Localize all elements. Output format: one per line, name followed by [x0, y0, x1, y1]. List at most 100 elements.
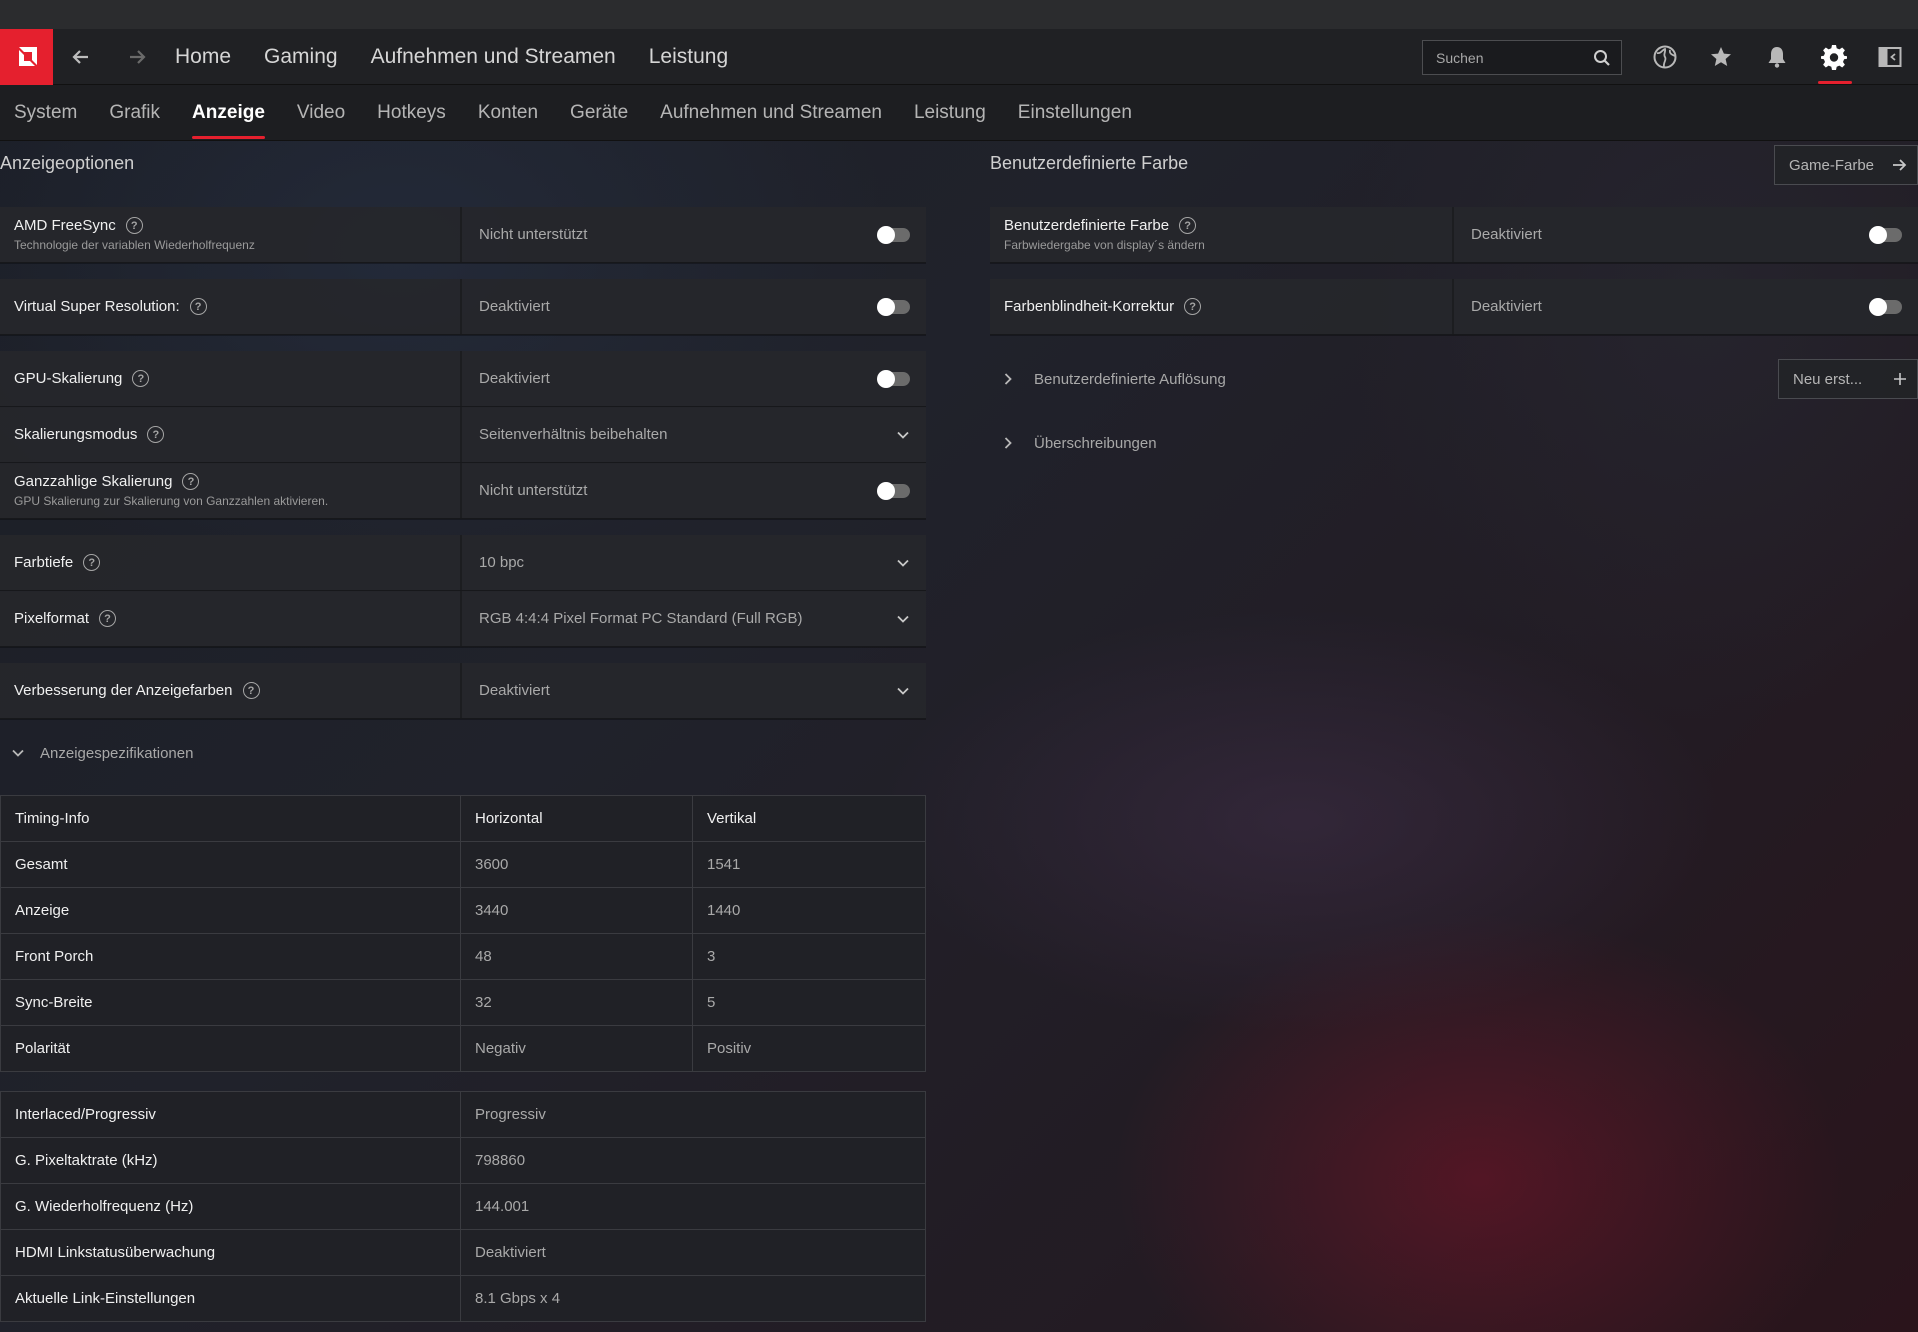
tab-preferences[interactable]: Einstellungen	[1018, 102, 1132, 124]
help-icon[interactable]: ?	[189, 298, 207, 315]
help-icon[interactable]: ?	[132, 370, 150, 387]
gpu-scaling-toggle[interactable]	[877, 369, 910, 388]
vsr-toggle[interactable]	[877, 297, 910, 316]
search-input[interactable]	[1436, 49, 1586, 66]
amd-logo[interactable]	[0, 28, 53, 85]
table-cell: 3	[692, 933, 926, 980]
color-depth-label: Farbtiefe	[14, 554, 74, 571]
create-new-button[interactable]: Neu erst...	[1778, 359, 1918, 399]
table-cell: 1541	[692, 841, 926, 888]
arrow-right-icon	[1893, 159, 1907, 171]
table-cell: 798860	[460, 1137, 926, 1184]
tab-accounts[interactable]: Konten	[478, 102, 538, 124]
help-icon[interactable]: ?	[242, 682, 260, 699]
display-info-table: Interlaced/Progressiv Progressiv G. Pixe…	[0, 1091, 926, 1322]
back-arrow-icon[interactable]	[53, 29, 109, 85]
integer-scaling-value[interactable]: Nicht unterstützt	[462, 463, 926, 518]
table-cell: 3600	[460, 841, 693, 888]
scaling-mode-selected: Seitenverhältnis beibehalten	[479, 426, 668, 443]
pixel-format-dropdown[interactable]: RGB 4:4:4 Pixel Format PC Standard (Full…	[462, 591, 926, 646]
amd-software-window: Home Gaming Aufnehmen und Streamen Leist…	[0, 0, 1918, 1332]
vsr-state: Deaktiviert	[479, 298, 550, 315]
chevron-down-icon	[897, 687, 909, 695]
custom-color-value[interactable]: Deaktiviert	[1454, 207, 1918, 262]
game-color-button[interactable]: Game-Farbe	[1774, 145, 1918, 185]
table-cell: Front Porch	[0, 933, 461, 980]
help-icon[interactable]: ?	[1184, 298, 1202, 315]
freesync-toggle[interactable]	[877, 225, 910, 244]
tab-performance[interactable]: Leistung	[914, 102, 986, 124]
bell-icon[interactable]	[1763, 43, 1791, 71]
top-navigation: Home Gaming Aufnehmen und Streamen Leist…	[0, 28, 1918, 85]
table-row: G. Wiederholfrequenz (Hz) 144.001	[0, 1183, 926, 1230]
sidebar-toggle-icon[interactable]	[1876, 43, 1904, 71]
table-cell: 5	[692, 979, 926, 1026]
table-cell: Interlaced/Progressiv	[0, 1091, 461, 1138]
star-icon[interactable]	[1707, 43, 1735, 71]
nav-gaming[interactable]: Gaming	[264, 45, 338, 69]
setting-row-scaling-mode: Skalierungsmodus? Seitenverhältnis beibe…	[0, 407, 926, 463]
gear-active-indicator	[1818, 81, 1852, 84]
search-icon[interactable]	[1593, 49, 1611, 67]
table-header-row: Timing-Info Horizontal Vertikal	[0, 795, 926, 842]
plus-icon	[1894, 373, 1906, 385]
tab-record-stream[interactable]: Aufnehmen und Streamen	[660, 102, 882, 124]
forward-arrow-icon[interactable]	[109, 29, 165, 85]
color-enhancement-selected: Deaktiviert	[479, 682, 550, 699]
tab-hotkeys[interactable]: Hotkeys	[377, 102, 446, 124]
tab-display[interactable]: Anzeige	[192, 102, 265, 139]
setting-row-color-enhancement: Verbesserung der Anzeigefarben? Deaktivi…	[0, 663, 926, 719]
scaling-mode-dropdown[interactable]: Seitenverhältnis beibehalten	[462, 407, 926, 462]
game-color-label: Game-Farbe	[1789, 156, 1875, 174]
create-new-label: Neu erst...	[1793, 370, 1863, 388]
nav-record-stream[interactable]: Aufnehmen und Streamen	[371, 45, 616, 69]
display-specs-toggle[interactable]: Anzeigespezifikationen	[0, 733, 926, 773]
custom-color-toggle[interactable]	[1869, 225, 1902, 244]
settings-tabs: System Grafik Anzeige Video Hotkeys Kont…	[0, 85, 1918, 141]
gpu-scaling-label: GPU-Skalierung	[14, 370, 123, 387]
help-icon[interactable]: ?	[83, 554, 101, 571]
nav-home[interactable]: Home	[175, 45, 231, 69]
table-cell: 1440	[692, 887, 926, 934]
gear-icon[interactable]	[1820, 43, 1848, 71]
help-icon[interactable]: ?	[1179, 217, 1197, 234]
help-icon[interactable]: ?	[99, 610, 117, 627]
search-box[interactable]	[1422, 40, 1622, 75]
integer-scaling-label: Ganzzahlige Skalierung	[14, 473, 173, 490]
globe-icon[interactable]	[1651, 43, 1679, 71]
chevron-down-icon	[897, 431, 909, 439]
table-row: G. Pixeltaktrate (kHz) 798860	[0, 1137, 926, 1184]
table-cell: G. Wiederholfrequenz (Hz)	[0, 1183, 461, 1230]
custom-resolution-toggle[interactable]: Benutzerdefinierte Auflösung	[990, 359, 1226, 399]
tab-video[interactable]: Video	[297, 102, 345, 124]
colorblind-label: Farbenblindheit-Korrektur	[1004, 298, 1175, 315]
help-icon[interactable]: ?	[182, 473, 200, 490]
freesync-description: Technologie der variablen Wiederholfrequ…	[14, 238, 255, 252]
setting-row-gpu-scaling: GPU-Skalierung? Deaktiviert	[0, 351, 926, 407]
table-cell: G. Pixeltaktrate (kHz)	[0, 1137, 461, 1184]
gpu-scaling-value[interactable]: Deaktiviert	[462, 351, 926, 406]
integer-scaling-toggle[interactable]	[877, 481, 910, 500]
chevron-right-icon	[1004, 437, 1012, 449]
table-header: Horizontal	[460, 795, 693, 842]
vsr-value[interactable]: Deaktiviert	[462, 279, 926, 334]
help-icon[interactable]: ?	[147, 426, 165, 443]
setting-row-colorblind-correction: Farbenblindheit-Korrektur? Deaktiviert	[990, 279, 1918, 335]
custom-resolution-label: Benutzerdefinierte Auflösung	[1034, 370, 1226, 388]
overrides-toggle[interactable]: Überschreibungen	[990, 411, 1918, 475]
tab-devices[interactable]: Geräte	[570, 102, 628, 124]
nav-performance[interactable]: Leistung	[649, 45, 728, 69]
colorblind-value[interactable]: Deaktiviert	[1454, 279, 1918, 334]
vsr-label: Virtual Super Resolution:	[14, 298, 180, 315]
tab-graphics[interactable]: Grafik	[109, 102, 160, 124]
colorblind-toggle[interactable]	[1869, 297, 1902, 316]
freesync-value[interactable]: Nicht unterstützt	[462, 207, 926, 262]
color-enhancement-dropdown[interactable]: Deaktiviert	[462, 663, 926, 718]
table-cell: Negativ	[460, 1025, 693, 1072]
custom-color-panel: Benutzerdefinierte Farbe Game-Farbe Benu…	[990, 141, 1918, 475]
color-depth-dropdown[interactable]: 10 bpc	[462, 535, 926, 590]
help-icon[interactable]: ?	[125, 217, 143, 234]
table-cell: Progressiv	[460, 1091, 926, 1138]
table-row: Front Porch 48 3	[0, 933, 926, 980]
tab-system[interactable]: System	[14, 102, 77, 124]
